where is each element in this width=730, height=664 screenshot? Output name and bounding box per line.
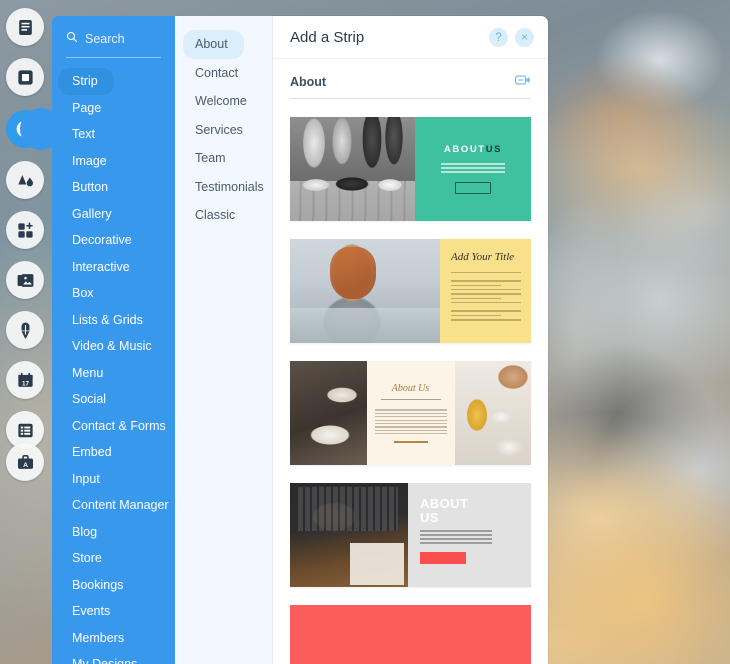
thumbnail-link [393, 441, 428, 444]
thumbnail-paragraph [420, 530, 492, 544]
rail-item-business-tools[interactable]: A [6, 443, 44, 481]
pages-icon [16, 18, 35, 37]
svg-text:A: A [23, 461, 28, 468]
category-item-my-designs[interactable]: My Designs [58, 651, 169, 664]
search-row[interactable] [66, 30, 165, 58]
active-rail-highlight [20, 108, 62, 150]
subcategory-item-classic[interactable]: Classic [183, 201, 265, 230]
subcategory-item-contact[interactable]: Contact [183, 59, 265, 88]
category-item-input[interactable]: Input [58, 466, 169, 493]
search-input[interactable] [85, 32, 165, 46]
thumbnail-heading: About Us [391, 382, 430, 394]
rail-item-media[interactable] [6, 261, 44, 299]
category-item-button[interactable]: Button [58, 174, 169, 201]
strip-thumbnail-add-your-title-yellow[interactable]: Add Your Title [290, 239, 531, 343]
thumbnail-paragraph [441, 161, 505, 176]
category-item-menu[interactable]: Menu [58, 360, 169, 387]
thumbnail-button [420, 551, 466, 564]
category-item-page[interactable]: Page [58, 95, 169, 122]
thumbnail-photo [290, 117, 415, 221]
category-panel: StripPageTextImageButtonGalleryDecorativ… [52, 16, 175, 664]
thumbnail-panel: About Us [366, 361, 455, 465]
category-item-video-music[interactable]: Video & Music [58, 333, 169, 360]
rail-item-pages[interactable] [6, 8, 44, 46]
category-item-lists-grids[interactable]: Lists & Grids [58, 307, 169, 334]
thumbnail-subheading [380, 397, 441, 402]
thumbnail-paragraph [374, 407, 447, 436]
help-button[interactable]: ? [489, 27, 508, 47]
category-item-store[interactable]: Store [58, 545, 169, 572]
category-item-image[interactable]: Image [58, 148, 169, 175]
rail-item-blog[interactable] [6, 311, 44, 349]
subcategory-item-welcome[interactable]: Welcome [183, 87, 265, 116]
category-item-blog[interactable]: Blog [58, 519, 169, 546]
category-item-embed[interactable]: Embed [58, 439, 169, 466]
category-item-events[interactable]: Events [58, 598, 169, 625]
page-title: Add a Strip [290, 28, 365, 46]
category-item-box[interactable]: Box [58, 280, 169, 307]
menu-list-icon [16, 421, 35, 440]
bookings-icon: 17 [16, 371, 35, 390]
strip-thumbnail-about-us-green[interactable]: ABOUTUS [290, 117, 531, 221]
close-button[interactable]: × [515, 27, 534, 47]
category-item-content-manager[interactable]: Content Manager [58, 492, 169, 519]
media-icon [16, 271, 35, 290]
apps-icon [16, 221, 35, 240]
background-icon [16, 68, 35, 87]
category-item-strip[interactable]: Strip [58, 68, 114, 95]
thumbnail-heading: ABOUTUS [443, 143, 503, 155]
left-icon-rail: 17 A [0, 0, 62, 664]
category-item-bookings[interactable]: Bookings [58, 572, 169, 599]
business-icon: A [16, 453, 35, 472]
subcategory-panel: About Contact Welcome Services Team Testimoni… [175, 16, 274, 664]
strip-thumbnail-about-us-cream[interactable]: About Us [290, 361, 531, 465]
subcategory-item-testimonials[interactable]: Testimonials [183, 173, 265, 202]
category-list: Strip Page Text Image Button Gallery Decorativ… [52, 68, 175, 664]
category-item-decorative[interactable]: Decorative [58, 227, 169, 254]
dialog-body[interactable]: About ABOUTUS Add Your Title About Us AB… [273, 59, 548, 664]
dialog-header: Add a Strip ? × [273, 16, 548, 59]
rail-item-bookings[interactable]: 17 [6, 361, 44, 399]
subcategory-item-team[interactable]: Team [183, 144, 265, 173]
thumbnail-photo [290, 239, 440, 343]
svg-text:17: 17 [21, 380, 29, 387]
design-icon [16, 171, 35, 190]
thumbnail-panel: Add Your Title [440, 239, 531, 343]
subcategory-item-about[interactable]: About [183, 30, 244, 59]
thumbnail-panel: ABOUTUS [415, 117, 531, 221]
rail-item-apps[interactable] [6, 211, 44, 249]
section-title: About [290, 75, 327, 89]
video-camera-icon[interactable] [515, 73, 531, 91]
thumbnail-paragraph [451, 271, 521, 321]
thumbnail-heading: ABOUTUS [420, 496, 469, 525]
thumbnail-button [455, 182, 491, 195]
category-item-contact-forms[interactable]: Contact & Forms [58, 413, 169, 440]
rail-item-background[interactable] [6, 58, 44, 96]
subcategory-item-services[interactable]: Services [183, 116, 265, 145]
blog-icon [16, 321, 35, 340]
rail-item-design[interactable] [6, 161, 44, 199]
category-item-members[interactable]: Members [58, 625, 169, 652]
thumbnail-heading: Add Your Title [451, 251, 515, 263]
add-strip-dialog: Add a Strip ? × About ABOUTUS Add Your T… [273, 16, 548, 664]
category-item-interactive[interactable]: Interactive [58, 254, 169, 281]
category-item-gallery[interactable]: Gallery [58, 201, 169, 228]
category-item-text[interactable]: Text [58, 121, 169, 148]
thumbnail-photo-left [290, 361, 367, 465]
thumbnail-panel: ABOUTUS [408, 483, 531, 587]
strip-thumbnail-coral[interactable] [290, 605, 531, 664]
strip-thumbnail-about-us-grey[interactable]: ABOUT US [290, 483, 531, 587]
search-icon [66, 30, 78, 48]
thumbnail-photo [290, 483, 408, 587]
category-item-social[interactable]: Social [58, 386, 169, 413]
subcategory-list: About Contact Welcome Services Team Testimoni… [175, 16, 273, 230]
thumbnail-photo-right [454, 361, 531, 465]
section-header: About [290, 59, 531, 99]
